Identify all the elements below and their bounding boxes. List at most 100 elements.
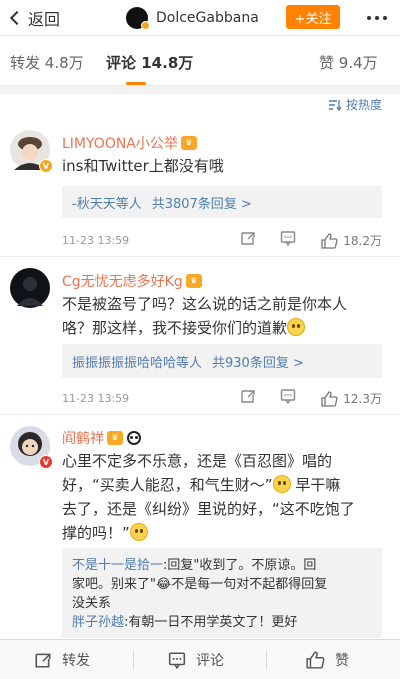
tab-comments-count: 14.8万 [141, 54, 194, 72]
like-button[interactable]: 赞 [306, 640, 349, 679]
more-options-button[interactable] [364, 8, 390, 28]
tab-likes[interactable]: 赞 9.4万 [319, 52, 378, 73]
comment-avatar[interactable] [10, 268, 52, 310]
reply-button[interactable] [280, 388, 298, 406]
comment-text-line: 不是被盗号了吗？这么说的话之前是你本人 [62, 295, 348, 313]
tab-repost-count: 4.8万 [44, 54, 84, 72]
laugh-emoji-icon [272, 475, 291, 493]
back-button[interactable]: 返回 [8, 7, 60, 29]
vip-badge-icon: V [39, 455, 53, 469]
nested-replies[interactable]: 不是十一是拾一:回复"收到了。不原谅。回 家吧。别来了"😂不是每一句对不起都得回… [62, 548, 382, 638]
repost-label: 转发 [62, 653, 90, 669]
account-name: DolceGabbana [156, 10, 259, 26]
comment-username[interactable]: LIMYOONA小公举 ♛ [62, 133, 197, 153]
repost-button[interactable]: 转发 [34, 640, 90, 679]
nested-reply-text: 家吧。别来了" [72, 577, 156, 592]
username-text: Cg无忧无虑多好Kg [62, 274, 183, 290]
comment-text-line: 咯？那这样，我不接受你们的道歉 [62, 316, 382, 340]
nested-reply-text: :有朝一日不用学英文了！更好 [124, 615, 298, 630]
comment-avatar[interactable]: V [10, 130, 53, 173]
repost-icon [241, 390, 255, 403]
comment-text: 不是被盗号了吗？这么说的话之前是你本人 咯？那这样，我不接受你们的道歉 [62, 292, 382, 340]
avatar [10, 268, 50, 308]
comment-text: ins和Twitter上都没有哦 [62, 157, 224, 175]
sort-icon [328, 99, 342, 111]
comment-meta: 11-23 13:59 12.3万 [62, 388, 392, 408]
fan-badge-icon: ♛ [180, 136, 197, 150]
reply-count: 共3807条回复 > [151, 196, 252, 212]
like-count: 12.3万 [343, 392, 382, 406]
bottom-action-bar: 转发 评论 赞 [0, 639, 400, 679]
like-count: 18.2万 [343, 234, 382, 248]
like-button[interactable]: 12.3万 [321, 390, 382, 407]
comment-text-line: 去了，还是《纠纷》里说的好，“这不吃饱了 [62, 500, 355, 518]
comment-avatar[interactable]: V [10, 426, 53, 469]
tab-comments-label: 评论 [106, 54, 137, 72]
comment-text-line-content: 撑的吗！” [62, 524, 130, 542]
nested-reply: 不是十一是拾一:回复"收到了。不原谅。回 [72, 556, 372, 575]
comment-text-line-content: 好，“买卖人能忍，和气生财～” [62, 476, 273, 494]
reply-summary[interactable]: -秋天天等人 共3807条回复 > [62, 186, 382, 218]
comment-username[interactable]: Cg无忧无虑多好Kg ♛ [62, 271, 202, 291]
username-text: 阎鹤祥 [62, 431, 104, 447]
comment-text-line: 撑的吗！” [62, 521, 382, 545]
divider [0, 256, 400, 257]
divider [266, 650, 267, 670]
like-label: 赞 [335, 653, 349, 669]
nested-reply-user[interactable]: 胖子孙越 [72, 615, 124, 630]
comment-icon [168, 652, 186, 669]
nested-reply-user[interactable]: 不是十一是拾一 [72, 558, 163, 573]
nested-reply: 家吧。别来了"😂不是每一句对不起都得回复 [72, 575, 372, 594]
comment-meta: 11-23 13:59 18.2万 [62, 230, 392, 250]
thumbs-up-icon [321, 390, 338, 407]
comment-time: 11-23 13:59 [62, 234, 130, 247]
smile-emoji-icon [287, 318, 306, 336]
nested-reply: 胖子孙越:有朝一日不用学英文了！更好 [72, 613, 372, 632]
more-dots-icon [367, 16, 387, 20]
top-nav: 返回 DolceGabbana +关注 [0, 0, 400, 36]
sort-bar: 按热度 [0, 94, 400, 122]
active-tab-indicator [126, 82, 146, 85]
thumbs-up-icon [306, 651, 325, 669]
laugh-emoji-icon [129, 523, 148, 541]
reply-users: -秋天天等人 [72, 196, 142, 212]
nested-reply-text: :回复"收到了。不原谅。回 [163, 558, 317, 573]
comment-icon [280, 389, 296, 405]
fan-badge-icon: ♛ [185, 274, 202, 288]
back-label: 返回 [28, 10, 61, 29]
comment-username[interactable]: 阎鹤祥 ♛ [62, 428, 141, 448]
comment-text-line-content: 早干嘛 [295, 476, 341, 494]
sort-by-hot-button[interactable]: 按热度 [328, 96, 382, 113]
share-button[interactable] [240, 388, 258, 406]
comment-text-line: 好，“买卖人能忍，和气生财～” 早干嘛 [62, 473, 382, 497]
comment-text-line-content: 咯？那这样，我不接受你们的道歉 [62, 319, 288, 337]
comment-icon [280, 231, 296, 247]
panda-badge-icon [127, 431, 141, 445]
divider [0, 414, 400, 415]
sort-label: 按热度 [345, 98, 382, 112]
follow-button[interactable]: +关注 [286, 5, 340, 29]
divider [133, 650, 134, 670]
tab-bar: 转发 4.8万 评论 14.8万 赞 9.4万 [0, 36, 400, 86]
repost-icon [241, 232, 255, 245]
reply-count: 共930条回复 > [212, 355, 304, 371]
repost-icon [35, 653, 51, 668]
tab-repost-label: 转发 [10, 54, 41, 72]
like-button[interactable]: 18.2万 [321, 232, 382, 249]
comment-button[interactable]: 评论 [168, 640, 224, 679]
comment-text: 心里不定多不乐意，还是《百忍图》唱的 好，“买卖人能忍，和气生财～” 早干嘛 去… [62, 449, 382, 545]
vip-badge-icon: V [39, 159, 53, 173]
comment-text-line: 心里不定多不乐意，还是《百忍图》唱的 [62, 452, 333, 470]
reply-button[interactable] [280, 230, 298, 248]
account-avatar[interactable] [126, 7, 150, 30]
reply-summary[interactable]: 振振振振振哈哈哈等人 共930条回复 > [62, 344, 382, 378]
comment-time: 11-23 13:59 [62, 392, 130, 405]
tab-comments[interactable]: 评论 14.8万 [106, 52, 193, 73]
account-header[interactable]: DolceGabbana [126, 6, 259, 30]
nested-reply-text: 不是每一句对不起都得回复 [171, 577, 328, 592]
share-button[interactable] [240, 230, 258, 248]
tab-repost[interactable]: 转发 4.8万 [10, 52, 84, 73]
tab-likes-label: 赞 [319, 54, 335, 72]
comment-label: 评论 [196, 653, 224, 669]
username-text: LIMYOONA小公举 [62, 136, 178, 152]
